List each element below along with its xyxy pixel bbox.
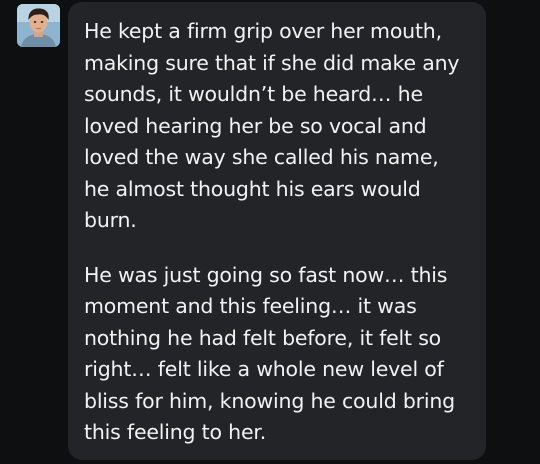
avatar-portrait-icon <box>17 4 60 47</box>
chat-view: He kept a firm grip over her mouth, maki… <box>0 0 540 464</box>
avatar[interactable] <box>17 4 60 47</box>
message-paragraph: He kept a firm grip over her mouth, maki… <box>84 19 460 232</box>
message-bubble[interactable]: He kept a firm grip over her mouth, maki… <box>68 2 486 460</box>
message-paragraph: He was just going so fast now… this mome… <box>84 262 455 445</box>
